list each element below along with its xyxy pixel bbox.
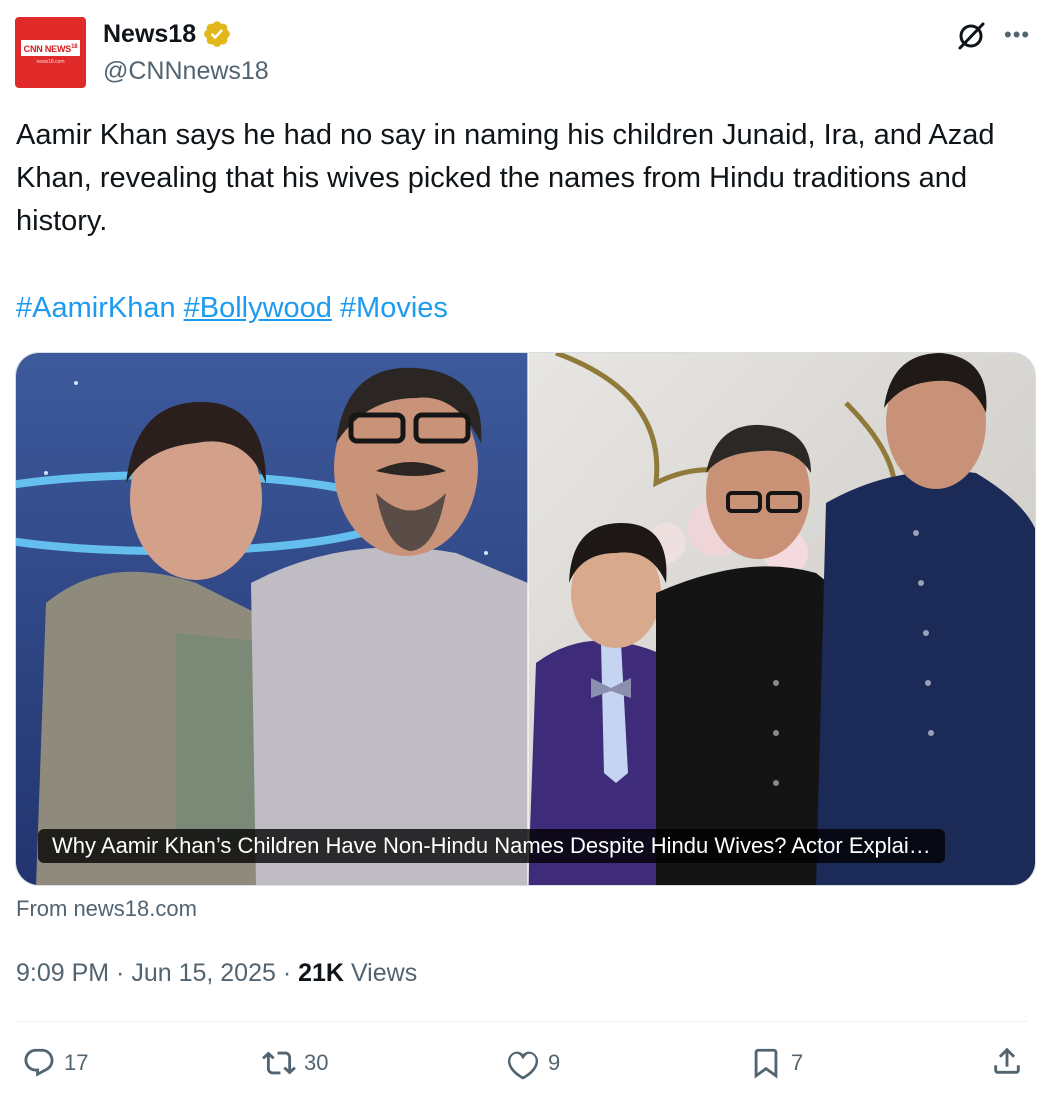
bookmark-icon — [754, 1048, 778, 1079]
like-button[interactable]: 9 — [506, 1044, 560, 1082]
link-card-image[interactable] — [15, 352, 1036, 886]
views-label: Views — [350, 959, 418, 987]
more-icon[interactable]: ••• — [1004, 23, 1030, 47]
reply-button[interactable]: 17 — [22, 1044, 88, 1082]
hashtag-link[interactable]: #Movies — [340, 292, 448, 324]
hashtag-link[interactable]: #Bollywood — [184, 292, 332, 324]
heart-icon — [507, 1051, 539, 1080]
post-meta: 9:09 PM · Jun 15, 2025 · 21K Views — [16, 959, 418, 987]
account-name-text: News18 — [103, 20, 197, 48]
grok-icon[interactable] — [956, 21, 986, 51]
reply-count: 17 — [64, 1050, 89, 1075]
avatar-subtext: news18.com — [36, 59, 65, 65]
hashtags: #AamirKhan #Bollywood #Movies — [16, 287, 456, 330]
share-button[interactable] — [990, 1044, 1024, 1078]
link-card-title[interactable]: Why Aamir Khan’s Children Have Non-Hindu… — [38, 829, 945, 863]
repost-count: 30 — [304, 1050, 329, 1075]
avatar-logo: CNN NEWS18 — [20, 40, 81, 56]
bookmark-count: 7 — [791, 1050, 804, 1075]
divider — [16, 1021, 1028, 1022]
link-card-source[interactable]: From news18.com — [16, 894, 197, 924]
repost-button[interactable]: 30 — [262, 1044, 328, 1082]
account-name[interactable]: News18 — [103, 18, 232, 50]
verified-badge-icon — [204, 21, 230, 47]
post-time[interactable]: 9:09 PM — [16, 959, 109, 987]
account-handle[interactable]: @CNNnews18 — [103, 55, 269, 87]
avatar[interactable]: CNN NEWS18 news18.com — [15, 17, 86, 88]
news-photo — [16, 353, 1035, 885]
repost-icon — [262, 1051, 296, 1075]
like-count: 9 — [548, 1050, 561, 1075]
views-count: 21K — [298, 959, 344, 987]
share-icon — [994, 1047, 1020, 1074]
post-text: Aamir Khan says he had no say in naming … — [16, 119, 995, 237]
bookmark-button[interactable]: 7 — [749, 1044, 803, 1082]
tweet: CNN NEWS18 news18.com News18 @CNNnews18 … — [0, 0, 1044, 1105]
post-date[interactable]: Jun 15, 2025 — [131, 959, 276, 987]
reply-icon — [24, 1048, 54, 1077]
hashtag-link[interactable]: #AamirKhan — [16, 292, 176, 324]
